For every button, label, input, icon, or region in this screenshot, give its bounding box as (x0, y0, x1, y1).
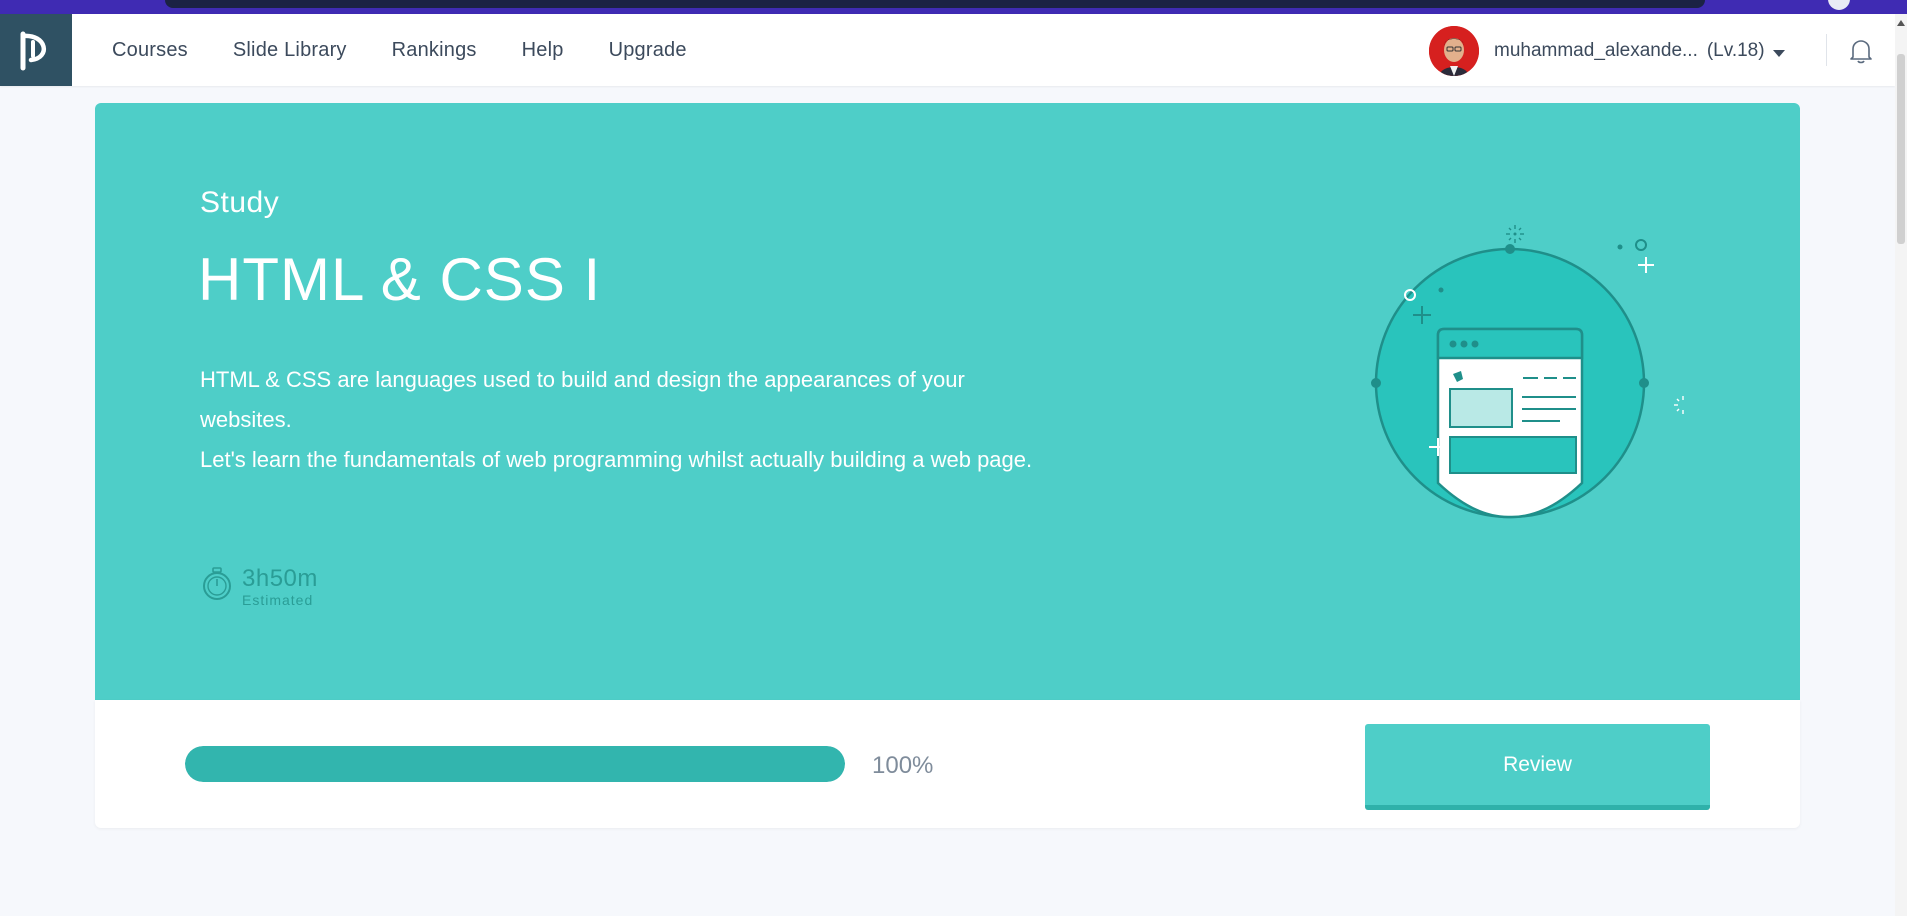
time-label: Estimated (242, 592, 314, 608)
browser-illustration (1371, 225, 1684, 519)
user-menu[interactable]: muhammad_alexande... (Lv.18) (1429, 26, 1785, 76)
scroll-up-arrow-icon[interactable] (1897, 20, 1905, 26)
progress-bar (185, 746, 845, 782)
browser-top-strip (0, 0, 1907, 14)
course-description: HTML & CSS are languages used to build a… (200, 360, 1050, 480)
caret-down-icon[interactable] (1772, 49, 1785, 57)
scrollbar-thumb[interactable] (1897, 54, 1905, 244)
nav-courses[interactable]: Courses (112, 39, 188, 62)
username[interactable]: muhammad_alexande... (1494, 40, 1698, 62)
logo-icon[interactable] (0, 14, 72, 86)
bell-icon[interactable] (1849, 38, 1873, 64)
hero-kicker: Study (200, 186, 280, 219)
top-strip-bar (165, 0, 1705, 8)
time-value: 3h50m (242, 565, 318, 592)
top-strip-circle (1828, 0, 1850, 10)
nav-links: Courses Slide Library Rankings Help Upgr… (112, 14, 687, 86)
nav-slide-library[interactable]: Slide Library (233, 39, 347, 62)
course-title: HTML & CSS I (198, 246, 602, 313)
description-line-2: Let's learn the fundamentals of web prog… (200, 447, 1033, 472)
nav-divider (1826, 34, 1827, 66)
scrollbar[interactable] (1895, 14, 1907, 916)
review-button[interactable]: Review (1365, 724, 1710, 810)
progress-bar-fill (185, 746, 845, 782)
stopwatch-icon (203, 567, 231, 600)
user-level: (Lv.18) (1706, 40, 1765, 61)
nav-rankings[interactable]: Rankings (392, 39, 477, 62)
nav-upgrade[interactable]: Upgrade (609, 39, 687, 62)
nav-help[interactable]: Help (522, 39, 564, 62)
estimated-time: 3h50m Estimated (200, 566, 318, 608)
progress-card: 100% Review (95, 700, 1800, 828)
avatar[interactable] (1429, 26, 1479, 76)
progress-percent: 100% (872, 752, 934, 779)
description-line-1: HTML & CSS are languages used to build a… (200, 367, 965, 432)
top-nav: Courses Slide Library Rankings Help Upgr… (0, 14, 1895, 86)
course-hero: Study HTML & CSS I HTML & CSS are langua… (95, 103, 1800, 700)
